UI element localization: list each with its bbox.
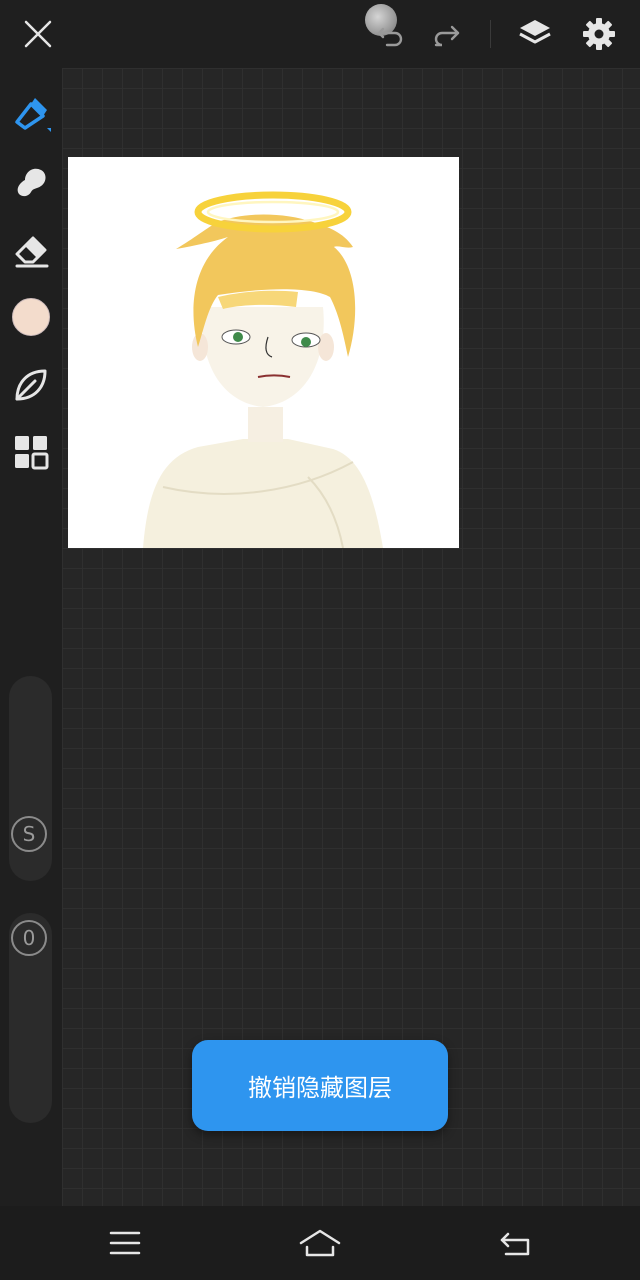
top-toolbar [0, 0, 640, 68]
redo-button[interactable] [422, 10, 470, 58]
leaf-icon [15, 369, 47, 401]
nav-home-button[interactable] [290, 1218, 350, 1268]
back-icon [500, 1232, 530, 1256]
tool-apps[interactable] [7, 428, 55, 476]
tool-brush[interactable] [7, 90, 55, 138]
layers-button[interactable] [511, 10, 559, 58]
tool-color[interactable] [7, 293, 55, 341]
close-button[interactable] [14, 10, 62, 58]
home-icon [299, 1229, 341, 1257]
brush-icon [15, 98, 51, 132]
nav-back-button[interactable] [485, 1218, 545, 1268]
tool-leaf[interactable] [7, 361, 55, 409]
tool-smudge[interactable] [7, 158, 55, 206]
angel-drawing [143, 191, 383, 548]
brush-opacity-knob[interactable]: 0 [11, 920, 47, 956]
eraser-icon [15, 236, 49, 268]
brush-size-label: S [22, 822, 36, 846]
color-swatch [12, 298, 50, 336]
settings-button[interactable] [575, 10, 623, 58]
system-nav-bar [0, 1206, 640, 1280]
undo-button[interactable] [366, 10, 414, 58]
menu-icon [109, 1231, 141, 1255]
smudge-icon [17, 168, 46, 197]
drawing-canvas[interactable] [68, 157, 459, 548]
undo-icon [377, 27, 403, 47]
tool-sidebar: S 0 [0, 68, 62, 1206]
redo-icon [434, 25, 460, 47]
gear-icon [583, 18, 615, 50]
apps-grid-icon [15, 436, 49, 470]
nav-menu-button[interactable] [95, 1218, 155, 1268]
brush-size-knob[interactable]: S [11, 816, 47, 852]
layers-icon [519, 20, 551, 44]
toolbar-divider [490, 20, 491, 48]
brush-opacity-label: 0 [22, 926, 36, 950]
toast-text: 撤销隐藏图层 [248, 1074, 392, 1102]
toast-message: 撤销隐藏图层 [192, 1040, 448, 1131]
tool-eraser[interactable] [7, 226, 55, 274]
close-icon [24, 20, 52, 48]
